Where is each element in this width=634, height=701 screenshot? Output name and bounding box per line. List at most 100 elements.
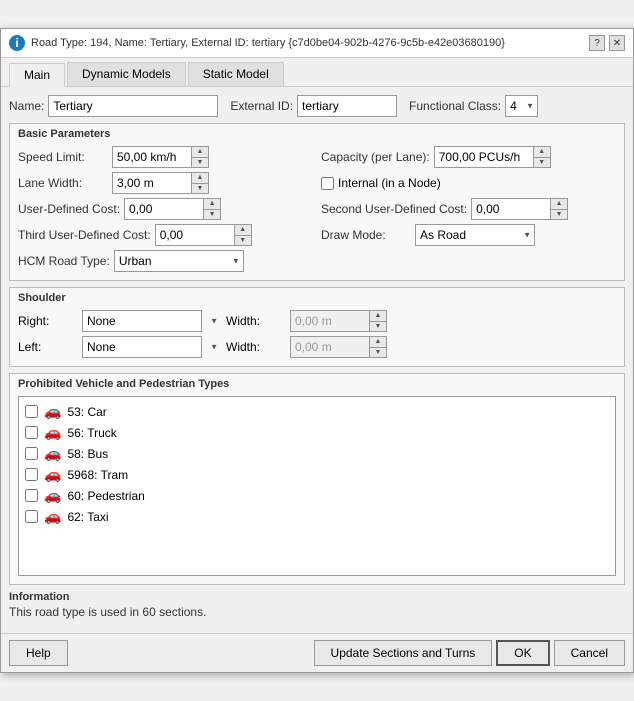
draw-mode-select[interactable]: As Road As Street: [415, 224, 535, 246]
capacity-label: Capacity (per Lane):: [321, 150, 430, 164]
name-input[interactable]: [48, 95, 218, 117]
internal-checkbox-label: Internal (in a Node): [321, 176, 441, 190]
help-icon-btn[interactable]: ?: [589, 35, 605, 51]
second-user-cost-up[interactable]: ▲: [551, 199, 567, 210]
lane-width-input[interactable]: [112, 172, 192, 194]
truck-checkbox[interactable]: [25, 426, 38, 439]
third-user-cost-down[interactable]: ▼: [235, 236, 251, 246]
hcm-wrapper: Urban Rural ▼: [114, 250, 244, 272]
right-width-input[interactable]: [290, 310, 370, 332]
right-label: Right:: [18, 314, 78, 328]
truck-label: 56: Truck: [67, 426, 116, 440]
external-id-input[interactable]: [297, 95, 397, 117]
lane-width-down[interactable]: ▼: [192, 184, 208, 194]
left-width-up[interactable]: ▲: [370, 337, 386, 348]
close-btn[interactable]: ✕: [609, 35, 625, 51]
user-cost-row: User-Defined Cost: ▲ ▼: [18, 198, 313, 220]
right-width-down[interactable]: ▼: [370, 322, 386, 332]
right-shoulder-arrow-icon: ▼: [210, 317, 218, 326]
speed-limit-down[interactable]: ▼: [192, 158, 208, 168]
left-width-wrapper: ▲ ▼: [290, 336, 390, 358]
pedestrian-checkbox[interactable]: [25, 489, 38, 502]
taxi-checkbox[interactable]: [25, 510, 38, 523]
third-user-cost-spinners: ▲ ▼: [235, 224, 252, 246]
user-cost-input[interactable]: [124, 198, 204, 220]
list-item: 🚗 60: Pedestrian: [25, 487, 609, 504]
lane-width-up[interactable]: ▲: [192, 173, 208, 184]
name-row: Name: External ID: Functional Class: 4 1…: [9, 95, 625, 117]
left-width-spinners: ▲ ▼: [370, 336, 387, 358]
third-user-cost-input[interactable]: [155, 224, 235, 246]
capacity-down[interactable]: ▼: [534, 158, 550, 168]
tab-bar: Main Dynamic Models Static Model: [1, 58, 633, 87]
left-width-down[interactable]: ▼: [370, 348, 386, 358]
right-shoulder-select[interactable]: None: [82, 310, 202, 332]
user-cost-down[interactable]: ▼: [204, 210, 220, 220]
list-item: 🚗 5968: Tram: [25, 466, 609, 483]
list-item: 🚗 53: Car: [25, 403, 609, 420]
functional-class-select[interactable]: 4 1 2 3 5: [505, 95, 538, 117]
basic-parameters-section: Basic Parameters Speed Limit: ▲ ▼ Capaci…: [9, 123, 625, 281]
user-cost-label: User-Defined Cost:: [18, 202, 120, 216]
user-cost-up[interactable]: ▲: [204, 199, 220, 210]
lane-width-spinners: ▲ ▼: [192, 172, 209, 194]
draw-mode-label: Draw Mode:: [321, 228, 411, 242]
footer-left: Help: [9, 640, 68, 666]
third-user-cost-label: Third User-Defined Cost:: [18, 228, 151, 242]
shoulder-title: Shoulder: [18, 292, 616, 304]
second-user-cost-row: Second User-Defined Cost: ▲ ▼: [321, 198, 616, 220]
right-width-up[interactable]: ▲: [370, 311, 386, 322]
hcm-select[interactable]: Urban Rural: [114, 250, 244, 272]
help-button[interactable]: Help: [9, 640, 68, 666]
capacity-input[interactable]: [434, 146, 534, 168]
speed-limit-up[interactable]: ▲: [192, 147, 208, 158]
second-user-cost-input[interactable]: [471, 198, 551, 220]
ok-button[interactable]: OK: [496, 640, 549, 666]
third-user-cost-up[interactable]: ▲: [235, 225, 251, 236]
lane-width-wrapper: ▲ ▼: [112, 172, 212, 194]
capacity-row: Capacity (per Lane): ▲ ▼: [321, 146, 616, 168]
internal-checkbox[interactable]: [321, 177, 334, 190]
speed-limit-label: Speed Limit:: [18, 150, 108, 164]
capacity-up[interactable]: ▲: [534, 147, 550, 158]
draw-mode-wrapper: As Road As Street ▼: [415, 224, 535, 246]
second-user-cost-label: Second User-Defined Cost:: [321, 202, 467, 216]
prohibited-section: Prohibited Vehicle and Pedestrian Types …: [9, 373, 625, 585]
right-shoulder-wrapper: None ▼: [82, 310, 222, 332]
second-user-cost-spinners: ▲ ▼: [551, 198, 568, 220]
speed-limit-row: Speed Limit: ▲ ▼: [18, 146, 313, 168]
bus-checkbox[interactable]: [25, 447, 38, 460]
tab-static-model[interactable]: Static Model: [188, 62, 284, 86]
internal-row: Internal (in a Node): [321, 172, 616, 194]
draw-mode-row: Draw Mode: As Road As Street ▼: [321, 224, 616, 246]
tram-icon: 🚗: [44, 466, 61, 483]
taxi-label: 62: Taxi: [67, 510, 108, 524]
tab-main[interactable]: Main: [9, 63, 65, 87]
user-cost-spinners: ▲ ▼: [204, 198, 221, 220]
speed-limit-spinners: ▲ ▼: [192, 146, 209, 168]
title-bar: i Road Type: 194, Name: Tertiary, Extern…: [1, 29, 633, 58]
left-width-input[interactable]: [290, 336, 370, 358]
car-checkbox[interactable]: [25, 405, 38, 418]
bus-label: 58: Bus: [67, 447, 108, 461]
name-label: Name:: [9, 99, 44, 113]
third-user-cost-wrapper: ▲ ▼: [155, 224, 255, 246]
tram-checkbox[interactable]: [25, 468, 38, 481]
list-item: 🚗 62: Taxi: [25, 508, 609, 525]
speed-limit-input[interactable]: [112, 146, 192, 168]
second-user-cost-down[interactable]: ▼: [551, 210, 567, 220]
lane-width-label: Lane Width:: [18, 176, 108, 190]
tram-label: 5968: Tram: [67, 468, 128, 482]
basic-parameters-title: Basic Parameters: [18, 128, 616, 140]
dialog: i Road Type: 194, Name: Tertiary, Extern…: [0, 28, 634, 673]
right-width-spinners: ▲ ▼: [370, 310, 387, 332]
cancel-button[interactable]: Cancel: [554, 640, 625, 666]
update-sections-button[interactable]: Update Sections and Turns: [314, 640, 493, 666]
information-title: Information: [9, 591, 625, 603]
tab-dynamic-models[interactable]: Dynamic Models: [67, 62, 186, 86]
functional-class-label: Functional Class:: [409, 99, 501, 113]
bus-icon: 🚗: [44, 445, 61, 462]
left-label: Left:: [18, 340, 78, 354]
left-shoulder-select[interactable]: None: [82, 336, 202, 358]
functional-class-wrapper: 4 1 2 3 5 ▼: [505, 95, 538, 117]
